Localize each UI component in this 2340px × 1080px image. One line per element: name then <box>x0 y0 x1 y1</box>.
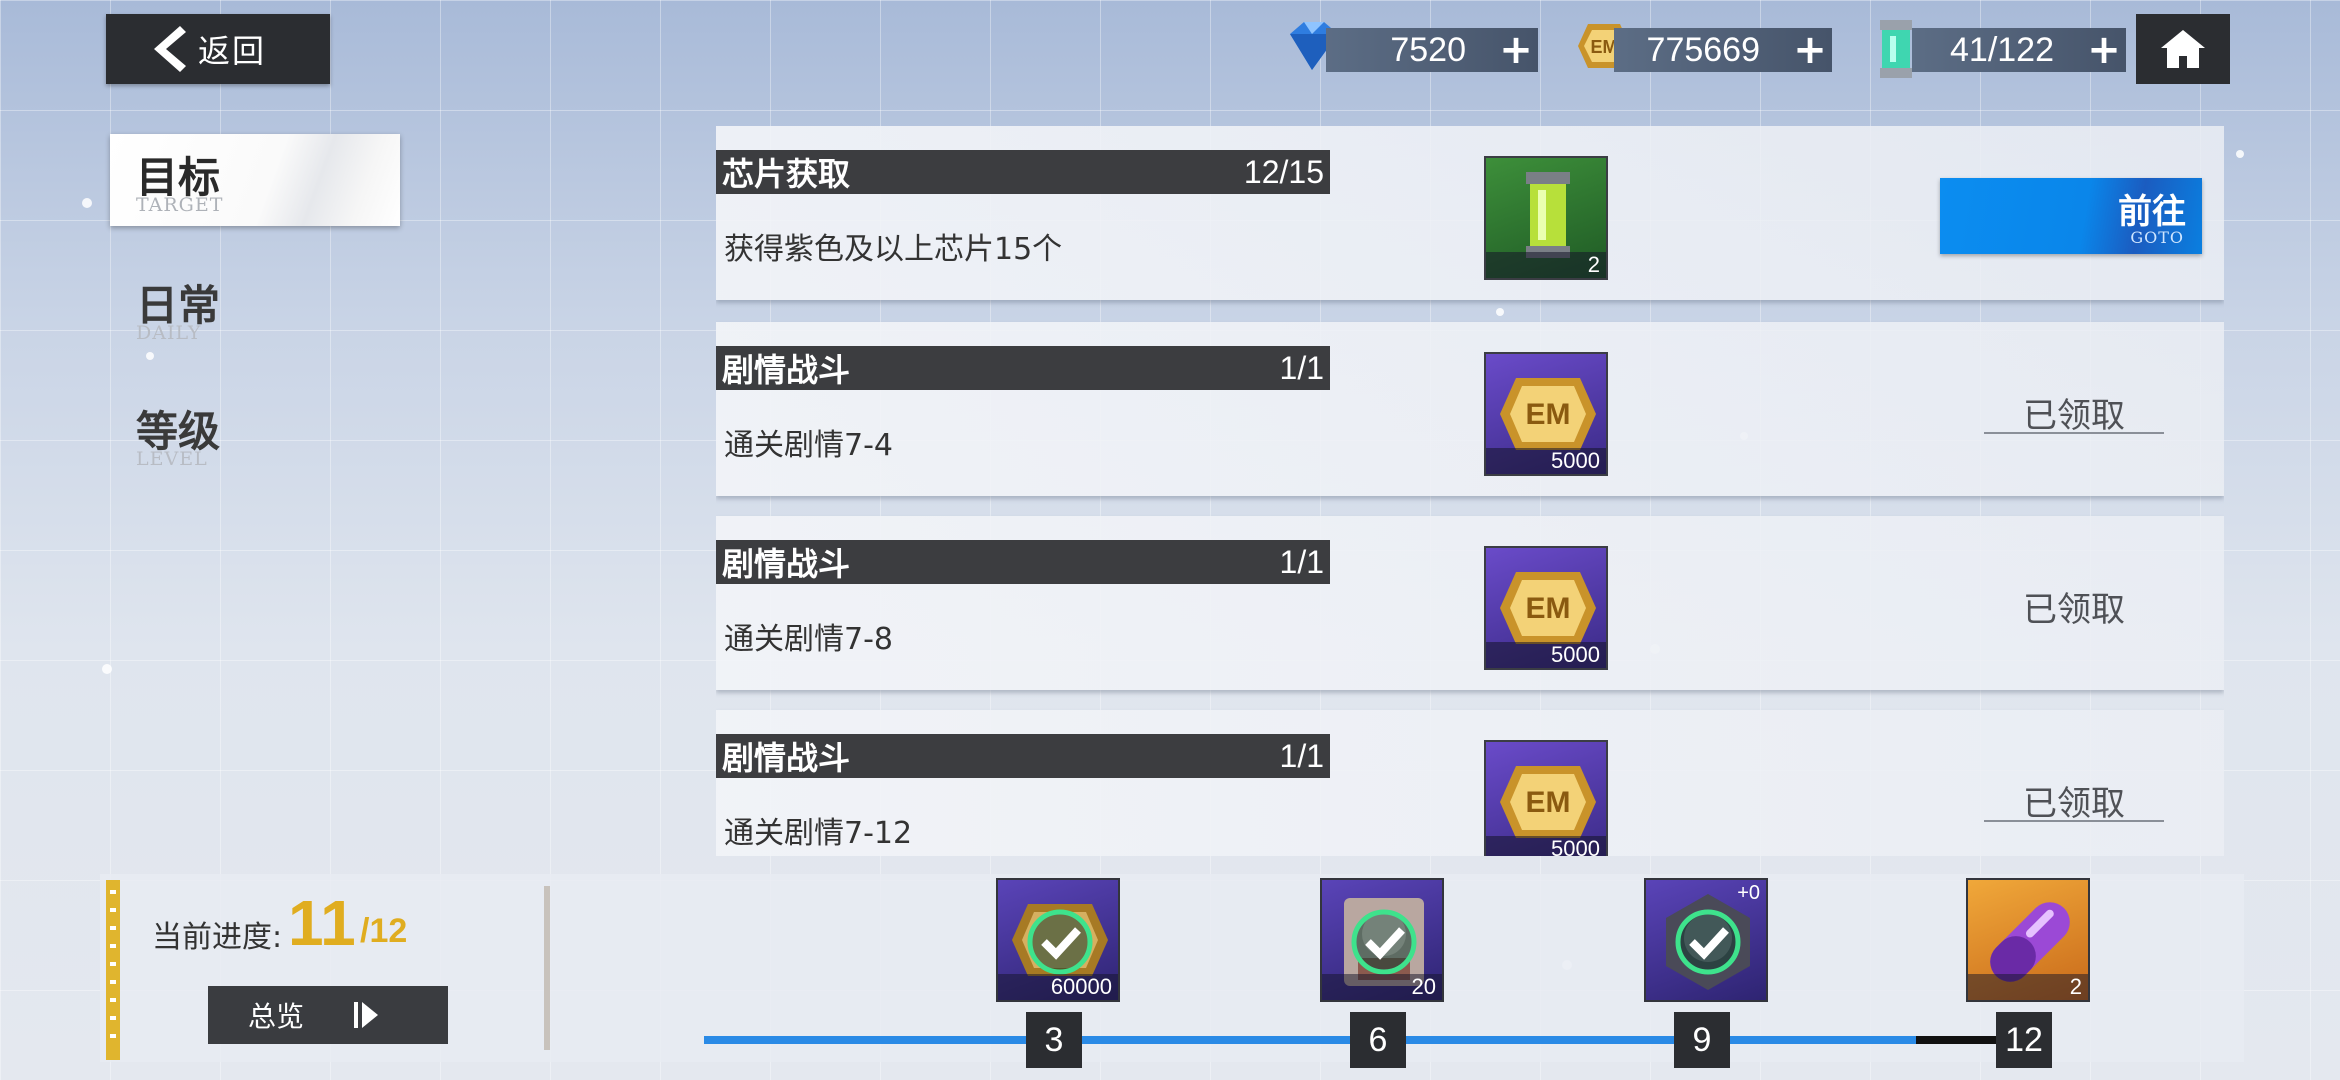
check-icon <box>1351 909 1417 975</box>
chevron-left-icon <box>154 26 186 72</box>
milestone-reward-12[interactable]: 2 <box>1966 878 2090 1002</box>
milestone-node-6: 6 <box>1350 1012 1406 1068</box>
reward-quantity: 2 <box>1486 252 1606 278</box>
milestone-node-3: 3 <box>1026 1012 1082 1068</box>
task-progress: 1/1 <box>1279 543 1324 580</box>
task-description: 获得紫色及以上芯片15个 <box>724 232 1063 267</box>
task-description: 通关剧情7-8 <box>724 622 893 657</box>
add-stamina-button[interactable]: + <box>2082 27 2126 73</box>
back-label: 返回 <box>198 32 267 70</box>
task-title-bar: 剧情战斗 1/1 <box>716 346 1330 390</box>
task-title: 剧情战斗 <box>722 739 851 777</box>
progress-label: 当前进度: <box>152 920 283 955</box>
task-card: 剧情战斗 1/1 通关剧情7-8 EM 5000 已领取 <box>716 516 2224 690</box>
reward-quantity: 5000 <box>1486 836 1606 856</box>
task-description: 通关剧情7-4 <box>724 428 893 463</box>
tab-target[interactable]: 目标 TARGET <box>110 134 400 226</box>
gold-accent-strip <box>106 880 120 1060</box>
task-progress: 12/15 <box>1243 153 1324 190</box>
task-progress: 1/1 <box>1279 737 1324 774</box>
tab-level[interactable]: 等级 LEVEL <box>110 388 400 480</box>
reward-item[interactable]: EM 5000 <box>1484 352 1608 476</box>
milestone-reward-9[interactable]: +0 <box>1644 878 1768 1002</box>
milestone-node-9: 9 <box>1674 1012 1730 1068</box>
tab-daily-sublabel: DAILY <box>136 322 202 344</box>
progress-max: /12 <box>360 912 408 950</box>
play-arrow-icon <box>354 1002 379 1028</box>
milestone-quantity: 2 <box>1968 974 2088 1000</box>
snow-particle <box>2236 150 2244 158</box>
tab-level-sublabel: LEVEL <box>136 448 208 470</box>
svg-text:EM: EM <box>1526 592 1571 625</box>
home-icon <box>2161 30 2205 68</box>
milestone-tag: +0 <box>1737 882 1760 904</box>
stamina-value: 41/122 <box>1950 30 2054 69</box>
diamond-value: 7520 <box>1390 30 1466 69</box>
check-icon <box>1027 909 1093 975</box>
add-diamond-button[interactable]: + <box>1494 27 1538 73</box>
snow-particle <box>102 664 112 674</box>
claimed-status: 已领取 <box>1984 776 2164 824</box>
em-coin-value: 775669 <box>1646 30 1760 69</box>
snow-particle <box>82 198 92 208</box>
overview-button[interactable]: 总览 <box>208 986 448 1044</box>
tab-target-sublabel: TARGET <box>136 194 224 216</box>
check-icon <box>1675 909 1741 975</box>
task-description: 通关剧情7-12 <box>724 816 913 851</box>
milestone-quantity: 20 <box>1322 974 1442 1000</box>
task-title-bar: 剧情战斗 1/1 <box>716 734 1330 778</box>
progress-track-fill <box>704 1036 1917 1044</box>
milestone-reward-6[interactable]: 20 <box>1320 878 1444 1002</box>
claimed-status: 已领取 <box>2023 590 2125 630</box>
task-title: 剧情战斗 <box>722 351 851 389</box>
reward-quantity: 5000 <box>1486 448 1606 474</box>
tab-daily[interactable]: 日常 DAILY <box>110 262 400 354</box>
task-card: 剧情战斗 1/1 通关剧情7-12 EM 5000 已领取 <box>716 710 2224 856</box>
milestone-reward-3[interactable]: 60000 <box>996 878 1120 1002</box>
diamond-counter: 7520 + <box>1326 27 1538 73</box>
svg-text:EM: EM <box>1526 398 1571 431</box>
reward-quantity: 5000 <box>1486 642 1606 668</box>
progress-current: 11 <box>288 887 356 959</box>
task-card: 剧情战斗 1/1 通关剧情7-4 EM 5000 已领取 <box>716 322 2224 496</box>
svg-text:EM: EM <box>1526 786 1571 819</box>
goto-label: 前往 <box>2118 192 2186 232</box>
goto-sublabel: GOTO <box>2130 228 2184 247</box>
reward-item[interactable]: 2 <box>1484 156 1608 280</box>
stamina-counter: 41/122 + <box>1912 27 2126 73</box>
task-card: 芯片获取 12/15 获得紫色及以上芯片15个 2 前往 GOTO <box>716 126 2224 300</box>
add-em-coin-button[interactable]: + <box>1788 27 1832 73</box>
back-button[interactable]: 返回 <box>106 14 330 84</box>
goto-button[interactable]: 前往 GOTO <box>1940 178 2202 254</box>
em-coin-counter: 775669 + <box>1614 27 1832 73</box>
home-button[interactable] <box>2136 14 2230 84</box>
task-title-bar: 剧情战斗 1/1 <box>716 540 1330 584</box>
divider <box>544 886 550 1050</box>
task-title: 剧情战斗 <box>722 545 851 583</box>
milestone-node-12: 12 <box>1996 1012 2052 1068</box>
overview-label: 总览 <box>248 1000 305 1033</box>
task-list[interactable]: 芯片获取 12/15 获得紫色及以上芯片15个 2 前往 GOTO 剧情战斗 1… <box>716 126 2224 856</box>
reward-item[interactable]: EM 5000 <box>1484 740 1608 856</box>
task-progress: 1/1 <box>1279 349 1324 386</box>
task-title: 芯片获取 <box>722 155 851 193</box>
reward-item[interactable]: EM 5000 <box>1484 546 1608 670</box>
milestone-quantity: 60000 <box>998 974 1118 1000</box>
claimed-status: 已领取 <box>1984 388 2164 436</box>
task-title-bar: 芯片获取 12/15 <box>716 150 1330 194</box>
